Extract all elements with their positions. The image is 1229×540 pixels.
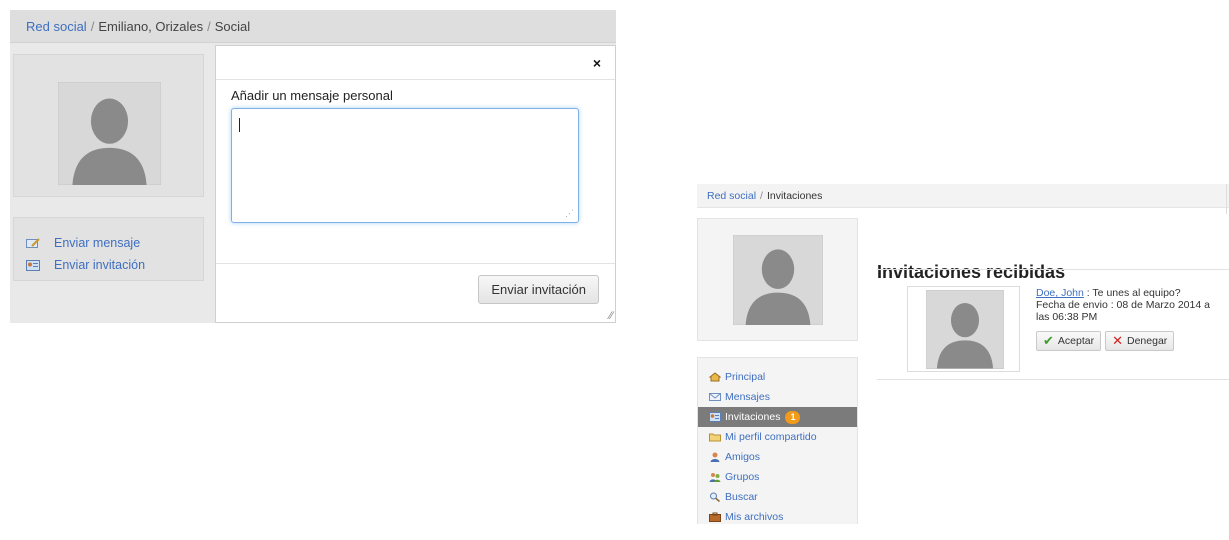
- invitations-count-badge: 1: [785, 410, 801, 424]
- invitations-page: Red social / Invitaciones Principal Mensaj…: [697, 184, 1229, 524]
- id-card-icon: [26, 259, 40, 271]
- checkmark-icon: ✔: [1043, 333, 1054, 348]
- menu-item-invitaciones[interactable]: Invitaciones 1: [698, 407, 857, 427]
- group-icon: [709, 473, 721, 482]
- breadcrumb-root-link[interactable]: Red social: [707, 190, 756, 202]
- avatar: [926, 290, 1004, 369]
- menu-item-label: Mis archivos: [725, 511, 784, 523]
- accept-label: Aceptar: [1057, 335, 1095, 347]
- breadcrumb-section: Invitaciones: [766, 190, 823, 202]
- menu-item-label: Invitaciones: [725, 411, 781, 423]
- menu-item-label: Buscar: [725, 491, 758, 503]
- menu-item-label: Mensajes: [725, 391, 770, 403]
- text-caret: [239, 118, 240, 132]
- pencil-envelope-icon: [26, 237, 40, 248]
- id-card-icon: [709, 412, 721, 422]
- breadcrumb-separator: /: [207, 19, 211, 34]
- divider: [877, 269, 1229, 270]
- menu-item-principal[interactable]: Principal: [698, 367, 857, 387]
- send-invitation-link[interactable]: Enviar invitación: [26, 254, 203, 276]
- sender-link[interactable]: Doe, John: [1036, 287, 1084, 299]
- breadcrumb: Red social / Emiliano, Orizales / Social: [10, 10, 616, 43]
- menu-item-label: Grupos: [725, 471, 760, 483]
- home-icon: [709, 372, 721, 382]
- profile-avatar-box: [697, 218, 858, 341]
- avatar: [58, 82, 161, 185]
- envelope-icon: [709, 393, 721, 401]
- invitation-details: Doe, John : Te unes al equipo? Fecha de …: [1036, 287, 1226, 323]
- menu-item-label: Principal: [725, 371, 766, 383]
- deny-label: Denegar: [1127, 335, 1168, 347]
- profile-avatar-box: [13, 54, 204, 197]
- breadcrumb-section: Social: [214, 19, 251, 34]
- send-message-label: Enviar mensaje: [54, 236, 141, 250]
- menu-item-mensajes[interactable]: Mensajes: [698, 387, 857, 407]
- social-profile-panel: Red social / Emiliano, Orizales / Social Env…: [10, 10, 616, 323]
- menu-item-mi-perfil-compartido[interactable]: Mi perfil compartido: [698, 427, 857, 447]
- menu-item-amigos[interactable]: Amigos: [698, 447, 857, 467]
- breadcrumb-root-link[interactable]: Red social: [26, 19, 87, 34]
- menu-item-label: Amigos: [725, 451, 761, 463]
- breadcrumb-separator: /: [90, 19, 95, 34]
- invitation-message: : Te unes al equipo?: [1083, 287, 1181, 299]
- cross-icon: ✕: [1112, 333, 1123, 348]
- avatar: [733, 235, 823, 325]
- invitation-date: Fecha de envio : 08 de Marzo 2014 a las …: [1036, 299, 1210, 323]
- profile-actions: Enviar mensaje Enviar invitación: [13, 217, 204, 281]
- briefcase-icon: [709, 512, 721, 522]
- menu-item-mis-archivos[interactable]: Mis archivos: [698, 507, 857, 524]
- send-invitation-button[interactable]: Enviar invitación: [478, 275, 599, 304]
- breadcrumb-separator: /: [760, 190, 763, 202]
- dialog-footer: Enviar invitación: [216, 263, 615, 323]
- folder-icon: [709, 433, 721, 442]
- menu-item-label: Mi perfil compartido: [725, 431, 817, 443]
- page-title: Invitaciones recibidas: [877, 262, 1066, 282]
- breadcrumb: Red social / Invitaciones: [697, 184, 1229, 208]
- menu-item-grupos[interactable]: Grupos: [698, 467, 857, 487]
- invitation-actions: ✔ Aceptar ✕ Denegar: [1036, 331, 1175, 351]
- dialog-resize-handle[interactable]: ∕∕: [609, 310, 613, 322]
- send-message-link[interactable]: Enviar mensaje: [26, 232, 203, 254]
- invitation-avatar-card: [907, 286, 1020, 372]
- deny-button[interactable]: ✕ Denegar: [1105, 331, 1175, 351]
- social-menu: Principal Mensajes Invitaciones 1 Mi per…: [697, 357, 858, 524]
- invitation-dialog: × Añadir un mensaje personal ⋰ Enviar in…: [215, 45, 616, 323]
- close-icon[interactable]: ×: [593, 55, 601, 71]
- divider: [877, 379, 1229, 380]
- magnifier-icon: [710, 492, 721, 502]
- dialog-header: ×: [216, 46, 615, 80]
- breadcrumb-user: Emiliano, Orizales: [98, 19, 204, 34]
- accept-button[interactable]: ✔ Aceptar: [1036, 331, 1102, 351]
- user-icon: [710, 452, 720, 462]
- send-invitation-label: Enviar invitación: [54, 258, 146, 272]
- textarea-resize-grip[interactable]: ⋰: [565, 208, 574, 219]
- personal-message-label: Añadir un mensaje personal: [231, 88, 393, 103]
- personal-message-textarea[interactable]: ⋰: [231, 108, 579, 223]
- menu-item-buscar[interactable]: Buscar: [698, 487, 857, 507]
